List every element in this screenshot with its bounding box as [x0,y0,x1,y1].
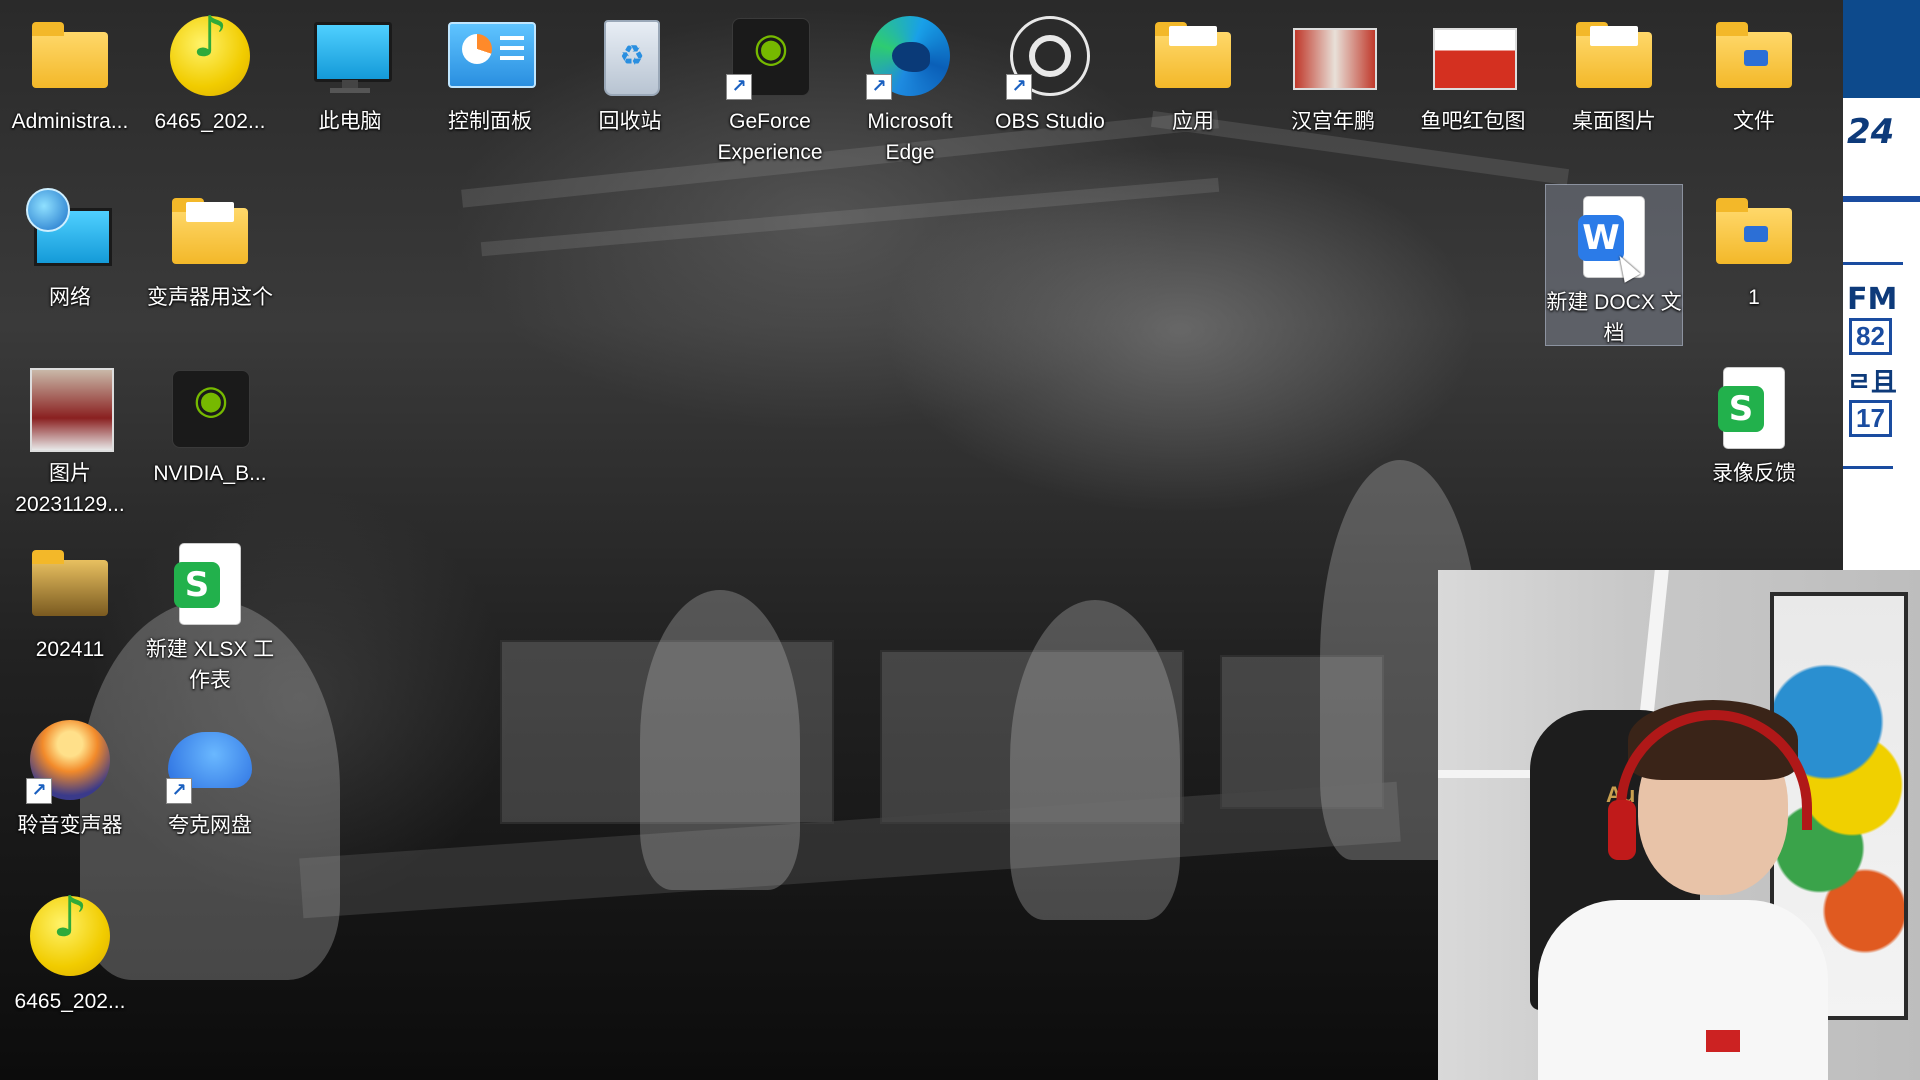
overlay-top-bar [1843,0,1920,98]
desktop-icon-geforce-experience[interactable]: ◉ ↗ GeForce Experience [701,4,839,168]
music-note-icon: ♪ [26,890,114,980]
nvidia-icon: ◉ [166,364,254,452]
folder-icon [1149,12,1237,100]
shortcut-arrow-icon: ↗ [166,778,192,804]
icon-label: 变声器用这个 [147,286,273,309]
overlay-line [1843,262,1903,265]
icon-label: 桌面图片 [1572,110,1656,133]
icon-label: 控制面板 [448,110,532,133]
desktop-icon-recording-feedback[interactable]: S 录像反馈 [1685,356,1823,489]
xlsx-spreadsheet-icon: S [1710,364,1798,452]
desktop-icon-nvidia-b[interactable]: ◉ NVIDIA_B... [141,356,279,489]
desktop-icon-image-hongbao[interactable]: 鱼吧红包图 [1404,4,1542,137]
folder-icon [1710,12,1798,100]
icon-label: Administra... [11,110,129,133]
desktop-icon-voice-changer-folder[interactable]: 变声器用这个 [141,180,279,313]
stream-overlay-panel: 24 FM 82 ㄹ且 17 [1843,0,1920,570]
desktop-icon-files-folder[interactable]: 文件 [1685,4,1823,137]
edge-browser-icon: ↗ [866,12,954,100]
docx-document-icon: W [1570,193,1658,281]
icon-label: 应用 [1172,110,1214,133]
folder-icon [26,12,114,100]
desktop-icon-music-file[interactable]: ♪ 6465_202... [141,4,279,137]
icon-label: 回收站 [598,110,662,133]
icon-label: 新建 XLSX 工作表 [145,638,275,692]
image-thumbnail-icon [26,364,114,452]
webcam-shirt-logo [1706,1030,1740,1052]
overlay-text: ㄹ且 [1847,368,1897,398]
control-panel-icon [446,12,536,100]
overlay-text: 24 [1847,112,1895,152]
desktop-icon-recycle-bin[interactable]: ♻ 回收站 [561,4,699,137]
desktop-icon-voice-changer-app[interactable]: ↗ 聆音变声器 [1,708,139,841]
image-thumbnail-icon [1429,12,1517,100]
icon-label: 202411 [35,638,105,661]
desktop-icon-desktop-pictures-folder[interactable]: 桌面图片 [1545,4,1683,137]
icon-label: 文件 [1733,110,1775,133]
icon-label: GeForce Experience [717,110,823,164]
desktop-icon-image-hangong[interactable]: 汉宫年鹏 [1264,4,1402,137]
folder-icon [1570,12,1658,100]
icon-label: 新建 DOCX 文档 [1546,291,1682,345]
overlay-box: 82 [1849,318,1892,355]
desktop-icon-apps-folder[interactable]: 应用 [1124,4,1262,137]
obs-icon: ↗ [1006,12,1094,100]
desktop-icon-quark-cloud[interactable]: ↗ 夸克网盘 [141,708,279,841]
wallpaper-person [640,590,800,890]
desktop-icon-control-panel[interactable]: 控制面板 [421,4,559,137]
recycle-bin-icon: ♻ [586,12,674,100]
icon-label: 鱼吧红包图 [1420,110,1526,133]
shortcut-arrow-icon: ↗ [726,74,752,100]
desktop-icon-microsoft-edge[interactable]: ↗ Microsoft Edge [841,4,979,168]
desktop-icon-obs-studio[interactable]: ↗ OBS Studio [981,4,1119,137]
shortcut-arrow-icon: ↗ [1006,74,1032,100]
icon-label: 夸克网盘 [168,814,252,837]
shortcut-arrow-icon: ↗ [866,74,892,100]
webcam-person-body [1538,900,1828,1080]
webcam-headset-ear [1608,800,1636,860]
folder-icon [166,188,254,276]
desktop-icon-administrator-folder[interactable]: Administra... [1,4,139,137]
folder-icon [1710,188,1798,276]
desktop-icon-folder-1[interactable]: 1 [1685,180,1823,313]
wallpaper-desk [299,781,1401,919]
icon-label: NVIDIA_B... [153,462,267,485]
icon-label: 图片 20231129... [15,462,125,516]
computer-icon [306,12,394,100]
webcam-overlay: Au [1438,570,1920,1080]
overlay-text: FM [1847,282,1898,317]
icon-label: Microsoft Edge [867,110,953,164]
icon-label: 6465_202... [154,110,266,133]
icon-label: OBS Studio [995,110,1105,133]
desktop-icon-network[interactable]: 网络 [1,180,139,313]
icon-label: 1 [1748,286,1760,309]
desktop-icon-music-file-2[interactable]: ♪ 6465_202... [1,884,139,1017]
wallpaper-person [1010,600,1180,920]
desktop-icon-image-20231129[interactable]: 图片 20231129... [1,356,139,520]
overlay-box: 17 [1849,400,1892,437]
nvidia-icon: ◉ ↗ [726,12,814,100]
overlay-line [1843,196,1920,202]
desktop-icon-202411-folder[interactable]: 202411 [1,532,139,665]
icon-label: 汉宫年鹏 [1291,110,1375,133]
desktop-icon-new-xlsx[interactable]: S 新建 XLSX 工作表 [141,532,279,696]
desktop-icon-this-pc[interactable]: 此电脑 [281,4,419,137]
icon-label: 网络 [49,286,91,309]
icon-label: 录像反馈 [1712,462,1796,485]
icon-label: 6465_202... [14,990,126,1013]
folder-icon [26,540,114,628]
icon-label: 聆音变声器 [17,814,123,837]
voice-changer-icon: ↗ [26,716,114,804]
xlsx-spreadsheet-icon: S [166,540,254,628]
overlay-line [1843,466,1893,469]
network-icon [26,188,114,276]
icon-label: 此电脑 [318,110,382,133]
music-note-icon: ♪ [166,10,254,100]
image-thumbnail-icon [1289,12,1377,100]
shortcut-arrow-icon: ↗ [26,778,52,804]
cloud-drive-icon: ↗ [166,716,254,804]
